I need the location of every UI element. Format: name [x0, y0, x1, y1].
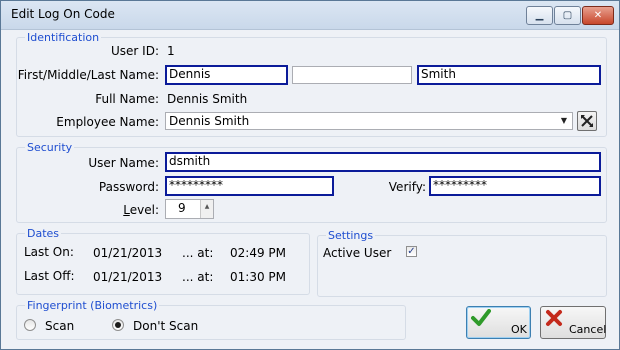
maximize-button[interactable]: ▢ [554, 6, 581, 25]
dont-scan-label[interactable]: Don't Scan [133, 319, 198, 333]
full-name-label: Full Name: [95, 92, 159, 106]
verify-field[interactable]: ********* [429, 176, 601, 196]
cancel-label: Cancel [569, 323, 607, 336]
maximize-icon: ▢ [562, 10, 573, 21]
employee-name-combo[interactable]: Dennis Smith ▼ [165, 112, 573, 130]
last-on-time: 02:49 PM [230, 246, 286, 260]
x-mark-icon [546, 310, 562, 326]
fingerprint-group-title: Fingerprint (Biometrics) [25, 299, 160, 312]
checkmark-icon: ✓ [407, 246, 416, 257]
identification-group-title: Identification [25, 31, 102, 44]
ok-button[interactable]: OK [466, 306, 531, 339]
settings-group-title: Settings [326, 229, 376, 242]
active-user-checkbox[interactable]: ✓ [406, 246, 417, 257]
ok-label: OK [511, 323, 527, 336]
scan-radio[interactable] [24, 319, 36, 331]
password-label: Password: [98, 180, 159, 194]
user-name-field[interactable]: dsmith [165, 152, 601, 172]
cancel-button[interactable]: Cancel [540, 306, 606, 339]
chevron-down-icon[interactable]: ▼ [557, 114, 571, 128]
level-label: Level: [101, 203, 159, 217]
last-on-at: ... at: [182, 246, 214, 260]
dialog-window: Edit Log On Code ▁ ▢ ✕ Identification Us… [0, 0, 620, 350]
minimize-button[interactable]: ▁ [526, 6, 553, 25]
security-group-title: Security [25, 141, 75, 154]
dont-scan-radio[interactable] [112, 319, 124, 331]
level-value: 9 [178, 201, 186, 215]
last-off-at: ... at: [182, 270, 214, 284]
fingerprint-group: Fingerprint (Biometrics) [16, 299, 406, 340]
radio-selected-dot [115, 322, 121, 328]
verify-label: Verify: [388, 180, 426, 194]
settings-group: Settings [317, 229, 607, 297]
dates-group-title: Dates [25, 227, 62, 240]
password-field[interactable]: ********* [165, 176, 334, 196]
minimize-icon: ▁ [535, 10, 544, 21]
employee-name-value: Dennis Smith [169, 114, 250, 128]
employee-name-label: Employee Name: [56, 115, 159, 129]
full-name-value: Dennis Smith [167, 92, 248, 106]
middle-name-field[interactable] [292, 66, 412, 84]
last-off-label: Last Off: [24, 269, 75, 283]
last-on-label: Last On: [24, 245, 74, 259]
name-label: First/Middle/Last Name: [17, 68, 159, 82]
close-icon: ✕ [593, 10, 603, 21]
scan-label[interactable]: Scan [45, 319, 74, 333]
cross-arrows-icon [581, 115, 593, 127]
level-label-rest: evel: [129, 203, 159, 217]
window-title: Edit Log On Code [11, 7, 115, 21]
checkmark-icon [471, 309, 491, 326]
dates-group: Dates [16, 227, 310, 295]
user-id-label: User ID: [111, 44, 159, 58]
first-name-field[interactable]: Dennis [165, 65, 288, 85]
last-off-time: 01:30 PM [230, 270, 286, 284]
dialog-body: Identification User ID: 1 First/Middle/L… [1, 30, 619, 349]
close-button[interactable]: ✕ [582, 6, 614, 25]
last-name-field[interactable]: Smith [417, 65, 601, 85]
spin-down-icon[interactable]: ▼ [201, 214, 213, 218]
level-spin-buttons[interactable]: ▲ ▼ [200, 200, 213, 218]
last-off-date: 01/21/2013 [93, 270, 163, 284]
spin-up-icon[interactable]: ▲ [201, 200, 213, 214]
title-bar[interactable]: Edit Log On Code ▁ ▢ ✕ [1, 1, 619, 30]
level-spinner[interactable]: 9 ▲ ▼ [165, 199, 214, 219]
active-user-label: Active User [323, 246, 392, 260]
employee-lookup-button[interactable] [577, 111, 597, 131]
user-id-value: 1 [167, 44, 175, 58]
last-on-date: 01/21/2013 [93, 246, 163, 260]
user-name-label: User Name: [88, 156, 159, 170]
